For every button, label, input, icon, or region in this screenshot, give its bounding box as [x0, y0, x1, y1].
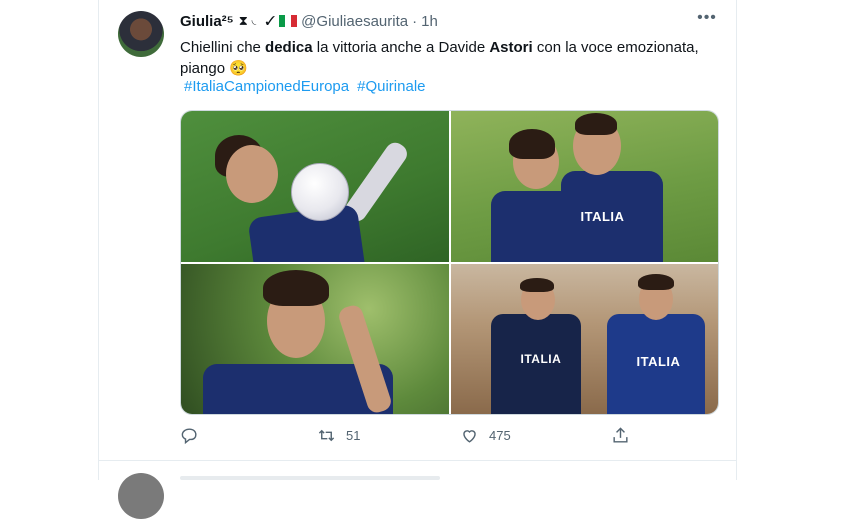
next-tweet-header — [180, 476, 440, 480]
hair — [263, 269, 329, 306]
hair — [508, 129, 555, 159]
text-bold-part: Astori — [489, 39, 533, 56]
reply-button[interactable] — [180, 426, 209, 445]
more-options-icon[interactable]: ••• — [697, 10, 717, 31]
text-bold-part: dedica — [265, 39, 313, 56]
display-name[interactable]: Giulia²⁵ — [180, 13, 234, 30]
hair — [519, 277, 554, 292]
tweet-text: Chiellini che dedica la vittoria anche a… — [180, 37, 700, 79]
tweet-header: Giulia²⁵ ⧗ ◟ ✓ @Giuliaesaurita · 1h — [180, 11, 438, 31]
photo-4[interactable]: ITALIA ITALIA — [450, 263, 718, 414]
hashtags: #ItaliaCampionedEuropa #Quirinale — [184, 78, 426, 95]
heart-icon — [463, 430, 476, 443]
head — [226, 145, 278, 203]
reply-icon — [181, 428, 197, 445]
italy-flag-icon — [279, 15, 298, 27]
retweet-button[interactable]: 51 — [317, 426, 360, 445]
text-part: la vittoria anche a Davide — [312, 39, 490, 56]
retweet-icon — [318, 429, 335, 442]
tweet[interactable]: Giulia²⁵ ⧗ ◟ ✓ @Giuliaesaurita · 1h ••• … — [99, 0, 736, 461]
retweet-count: 51 — [346, 428, 361, 443]
hair — [637, 273, 674, 290]
like-count: 475 — [489, 428, 511, 443]
tweet-actions: 51 475 — [180, 426, 728, 448]
jacket-text: ITALIA — [636, 353, 681, 369]
jacket-text: ITALIA — [520, 351, 562, 366]
separator-dot: · — [412, 12, 418, 30]
hashtag-link[interactable]: #Quirinale — [357, 78, 425, 95]
media-grid: ITALIA ITALIA ITALIA — [180, 110, 719, 415]
hashtag-link[interactable]: #ItaliaCampionedEuropa — [184, 78, 349, 95]
photo-3[interactable] — [181, 263, 449, 414]
shirt-text: ITALIA — [580, 209, 625, 224]
name-emoji: ⧗ ◟ ✓ — [238, 13, 276, 28]
hair — [574, 113, 617, 135]
timeline: Giulia²⁵ ⧗ ◟ ✓ @Giuliaesaurita · 1h ••• … — [98, 0, 737, 519]
text-part: Chiellini che — [180, 39, 266, 56]
photo-1[interactable] — [181, 111, 449, 262]
like-button[interactable]: 475 — [460, 426, 511, 445]
ball-icon — [291, 163, 349, 221]
handle[interactable]: @Giuliaesaurita — [301, 13, 408, 30]
photo-2[interactable]: ITALIA — [450, 111, 718, 262]
timestamp[interactable]: 1h — [421, 13, 438, 30]
share-button[interactable] — [611, 426, 630, 445]
avatar[interactable] — [118, 11, 164, 57]
share-icon — [613, 427, 628, 443]
